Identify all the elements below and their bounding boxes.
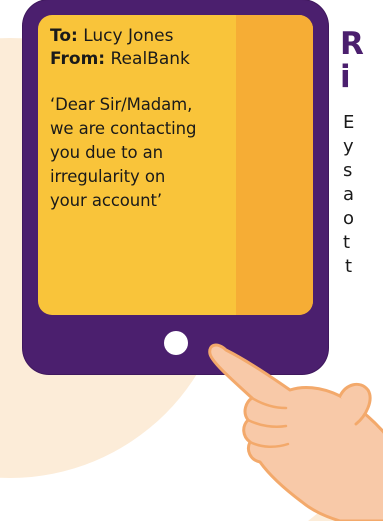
pointing-hand-icon <box>208 343 383 521</box>
email-body-line: your account’ <box>50 191 163 210</box>
email-body-line: irregularity on <box>50 167 166 186</box>
headline: R i <box>340 28 383 94</box>
body-line: t <box>345 256 353 277</box>
email-to-line: To: Lucy Jones <box>50 25 250 48</box>
headline-line: i <box>340 59 351 95</box>
email-from-line: From: RealBank <box>50 48 250 71</box>
body-line: o <box>343 208 355 229</box>
email-from-value: RealBank <box>105 49 190 69</box>
phishing-email: To: Lucy Jones From: RealBank ‘Dear Sir/… <box>50 25 250 213</box>
email-body-line: we are contacting <box>50 119 197 138</box>
body-line: t <box>343 232 351 253</box>
tablet-screen: To: Lucy Jones From: RealBank ‘Dear Sir/… <box>38 15 313 315</box>
tablet-device: To: Lucy Jones From: RealBank ‘Dear Sir/… <box>23 0 328 374</box>
body-line: E <box>343 112 355 133</box>
tablet-home-button-icon <box>164 331 188 355</box>
email-to-value: Lucy Jones <box>77 26 174 46</box>
body-line: a <box>343 184 355 205</box>
body-paragraph: E y s a o t t <box>343 111 383 279</box>
hand-shape <box>208 343 383 521</box>
headline-line: R <box>340 26 364 62</box>
email-to-label: To: <box>50 26 78 46</box>
email-body: ‘Dear Sir/Madam, we are contacting you d… <box>50 93 250 213</box>
email-from-label: From: <box>50 49 106 69</box>
body-line: y <box>343 136 354 157</box>
body-line: s <box>343 160 353 181</box>
email-body-line: you due to an <box>50 143 163 162</box>
email-body-line: ‘Dear Sir/Madam, <box>50 95 193 114</box>
illustration-stage: To: Lucy Jones From: RealBank ‘Dear Sir/… <box>0 0 383 521</box>
